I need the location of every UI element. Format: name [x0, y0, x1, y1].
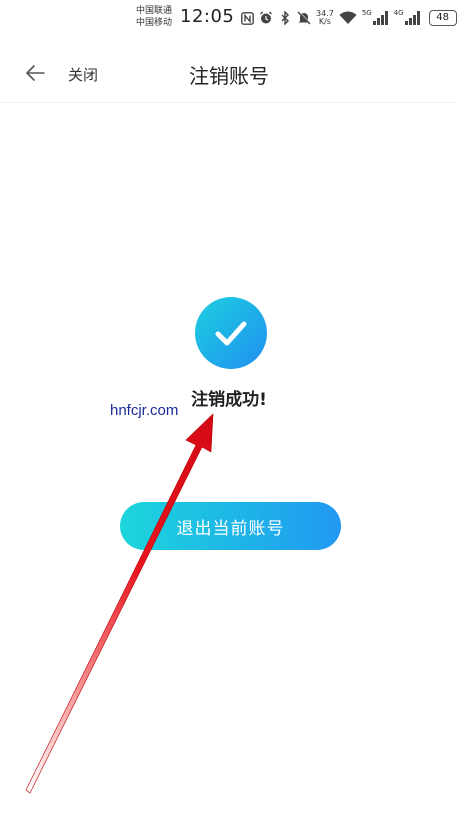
- speed-unit: K/s: [318, 17, 331, 26]
- status-time: 12:05: [180, 6, 235, 27]
- annotation-arrow-icon: [25, 413, 214, 794]
- page-title: 注销账号: [189, 64, 269, 88]
- success-check-icon: [195, 297, 267, 369]
- battery-indicator: 48: [428, 10, 458, 26]
- nav-bar: 关闭 注销账号: [0, 44, 458, 103]
- alarm-icon: [259, 11, 273, 25]
- nfc-icon: [240, 11, 254, 25]
- carrier-2: 中国移动: [136, 18, 173, 28]
- status-icons: 34.7 K/s 5G 4G 48: [240, 8, 458, 28]
- wifi-icon: [339, 11, 357, 25]
- network-type-2: 4G: [393, 9, 404, 17]
- signal-icon: [404, 11, 421, 25]
- mute-icon: [297, 11, 311, 25]
- logout-current-account-button[interactable]: 退出当前账号: [120, 502, 341, 550]
- signal-icon: [372, 11, 389, 25]
- status-bar: 中国联通 中国移动 12:05 34.7 K/s 5G 4G 48: [0, 0, 458, 36]
- bluetooth-icon: [278, 11, 292, 25]
- success-message: 注销成功!: [191, 390, 267, 410]
- network-speed: 34.7 K/s: [316, 10, 334, 26]
- network-type-1: 5G: [361, 9, 372, 17]
- watermark: hnfcjr.com: [110, 402, 179, 419]
- carrier-1: 中国联通: [136, 6, 173, 16]
- carrier-labels: 中国联通 中国移动: [136, 5, 172, 29]
